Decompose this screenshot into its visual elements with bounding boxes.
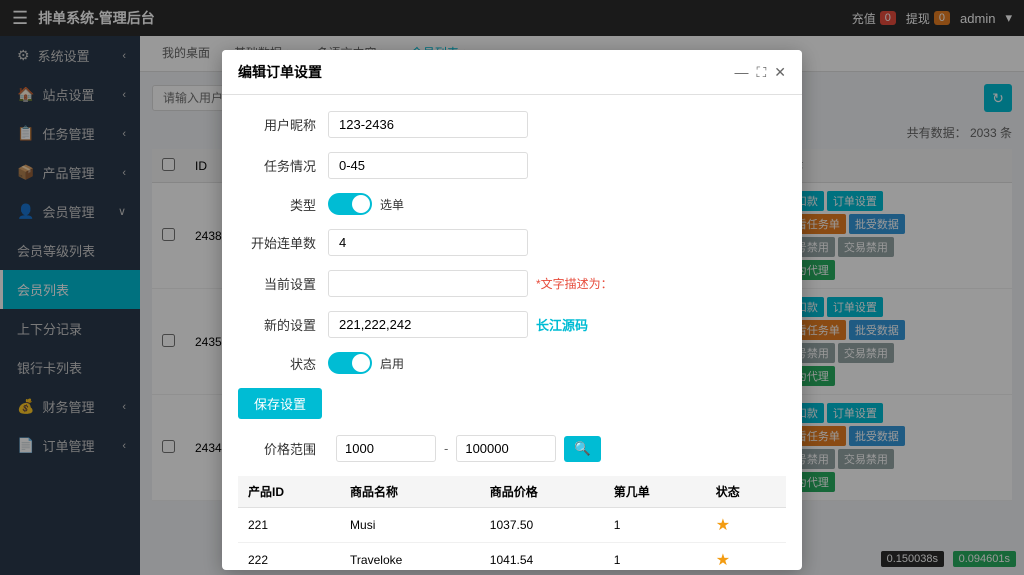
modal-body: 用户昵称 任务情况 类型 <box>222 95 802 570</box>
task-label: 任务情况 <box>238 156 328 175</box>
type-toggle-wrap: 选单 <box>328 193 404 215</box>
product-order-num: 1 <box>604 543 706 571</box>
order-count-row: 开始连单数 <box>238 229 786 256</box>
product-price: 1037.50 <box>480 508 604 543</box>
modal-maximize-button[interactable]: ⛶ <box>756 72 766 81</box>
new-setting-label: 新的设置 <box>238 315 328 334</box>
type-toggle-slider <box>328 193 372 215</box>
username-input[interactable] <box>328 111 528 138</box>
type-row: 类型 选单 <box>238 193 786 215</box>
status-toggle[interactable] <box>328 352 372 374</box>
status-label: 状态 <box>238 354 328 373</box>
modal-close-button[interactable]: ✕ <box>774 72 786 81</box>
inner-col-price: 商品价格 <box>480 476 604 508</box>
order-count-input[interactable] <box>328 229 528 256</box>
status-toggle-slider <box>328 352 372 374</box>
watermark: 长江源码 <box>536 315 588 334</box>
price-search-button[interactable]: 🔍 <box>564 436 601 462</box>
type-toggle-knob <box>352 195 370 213</box>
product-status: ★ <box>706 508 786 543</box>
username-row: 用户昵称 <box>238 111 786 138</box>
type-toggle-label: 选单 <box>380 196 404 213</box>
modal-title: 编辑订单设置 <box>238 72 322 82</box>
new-setting-input[interactable] <box>328 311 528 338</box>
page-content: 请选择 批量禁用 +添加会员 共有数据： 2033 条 ↻ ID 用户名 <box>140 72 1024 575</box>
type-toggle[interactable] <box>328 193 372 215</box>
task-row: 任务情况 <box>238 152 786 179</box>
inner-col-id: 产品ID <box>238 476 340 508</box>
price-range-row: 价格范围 - 🔍 <box>238 435 786 462</box>
status-toggle-wrap: 启用 <box>328 352 404 374</box>
product-order-num: 1 <box>604 508 706 543</box>
inner-col-order-num: 第几单 <box>604 476 706 508</box>
modal-overlay: 编辑订单设置 — ⛶ ✕ 用户昵称 <box>140 72 1024 575</box>
product-price: 1041.54 <box>480 543 604 571</box>
price-from-input[interactable] <box>336 435 436 462</box>
username-label: 用户昵称 <box>238 115 328 134</box>
save-button[interactable]: 保存设置 <box>238 388 322 419</box>
price-dash: - <box>444 441 448 456</box>
product-name: Musi <box>340 508 480 543</box>
layout: ⚙ 系统设置 ‹ 🏠 站点设置 ‹ 📋 任务管理 ‹ 📦 产品管理 ‹ <box>0 36 1024 575</box>
current-input[interactable] <box>328 270 528 297</box>
product-table: 产品ID 商品名称 商品价格 第几单 状态 221 Musi 1037.50 1… <box>238 476 786 570</box>
new-setting-row: 新的设置 长江源码 <box>238 311 786 338</box>
order-count-label: 开始连单数 <box>238 233 328 252</box>
modal-minimize-button[interactable]: — <box>734 72 748 80</box>
product-name: Traveloke <box>340 543 480 571</box>
product-id: 222 <box>238 543 340 571</box>
star-filled-icon[interactable]: ★ <box>716 517 730 534</box>
main: 我的桌面 基础数据 × 多语言内容 × 会员列表 × 请选择 <box>140 36 1024 575</box>
modal-header: 编辑订单设置 — ⛶ ✕ <box>222 72 802 95</box>
current-label: 当前设置 <box>238 274 328 293</box>
edit-order-modal: 编辑订单设置 — ⛶ ✕ 用户昵称 <box>222 72 802 570</box>
status-toggle-label: 启用 <box>380 355 404 372</box>
status-toggle-knob <box>352 354 370 372</box>
price-to-input[interactable] <box>456 435 556 462</box>
inner-col-name: 商品名称 <box>340 476 480 508</box>
current-row: 当前设置 *文字描述为： <box>238 270 786 297</box>
inner-col-status: 状态 <box>706 476 786 508</box>
product-status: ★ <box>706 543 786 571</box>
price-range-label: 价格范围 <box>238 439 328 458</box>
star-filled-icon[interactable]: ★ <box>716 552 730 569</box>
list-item: 222 Traveloke 1041.54 1 ★ <box>238 543 786 571</box>
modal-actions: — ⛶ ✕ <box>734 72 786 81</box>
current-hint: *文字描述为： <box>536 275 613 292</box>
type-label: 类型 <box>238 195 328 214</box>
product-id: 221 <box>238 508 340 543</box>
task-input[interactable] <box>328 152 528 179</box>
status-row: 状态 启用 <box>238 352 786 374</box>
list-item: 221 Musi 1037.50 1 ★ <box>238 508 786 543</box>
